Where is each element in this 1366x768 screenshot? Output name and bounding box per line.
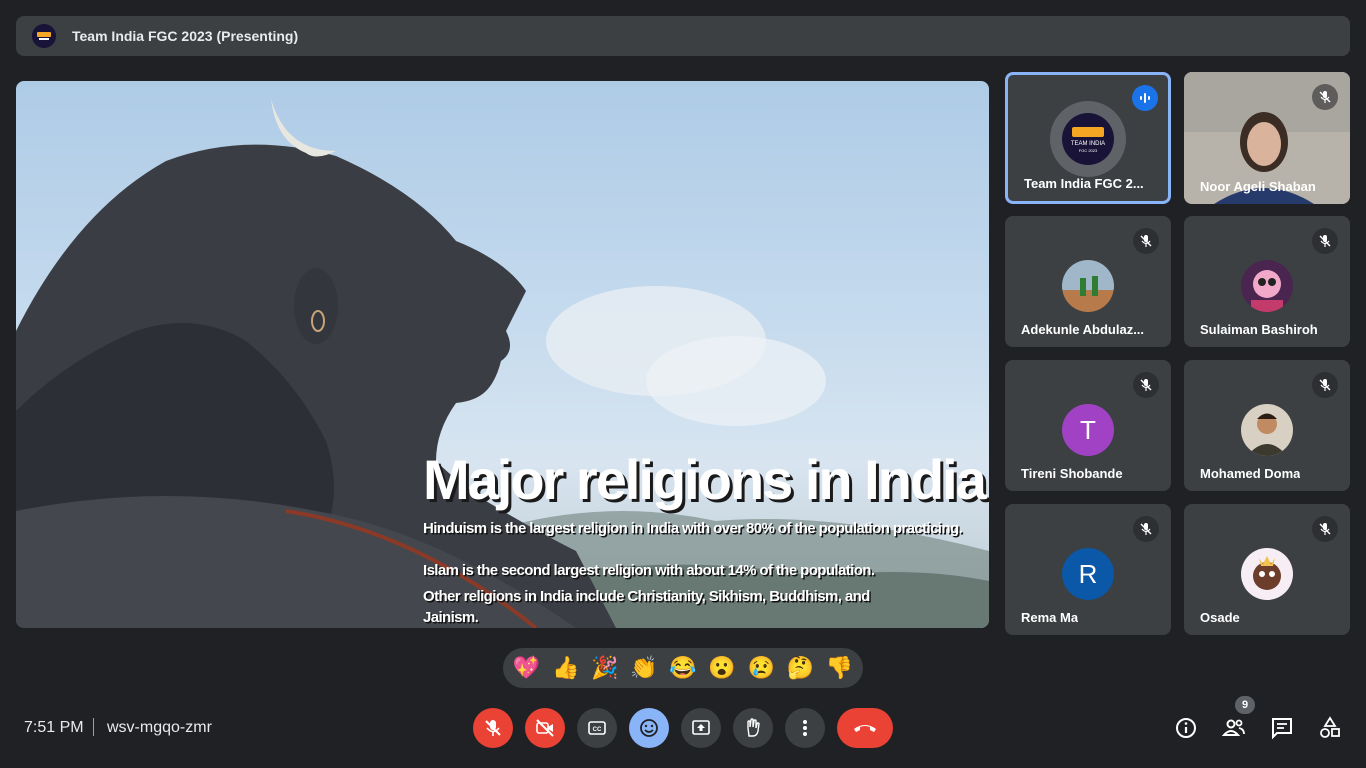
camera-toggle-button[interactable] xyxy=(525,708,565,748)
more-vert-icon xyxy=(803,720,807,736)
activities-button[interactable] xyxy=(1314,712,1346,744)
mic-muted-icon xyxy=(1312,84,1338,110)
participant-name: Osade xyxy=(1200,610,1240,625)
participant-name: Noor Ageli Shaban xyxy=(1200,179,1316,194)
participant-name: Tireni Shobande xyxy=(1021,466,1123,481)
meeting-title: Team India FGC 2023 (Presenting) xyxy=(72,28,299,44)
present-screen-icon xyxy=(692,720,710,735)
microphone-toggle-button[interactable] xyxy=(473,708,513,748)
slide-bullet-3: Other religions in India include Christi… xyxy=(423,588,870,605)
camera-off-icon xyxy=(536,719,554,737)
reaction-thumbs-down[interactable]: 👎 xyxy=(821,656,857,680)
mic-muted-icon xyxy=(1133,372,1159,398)
send-reaction-button[interactable] xyxy=(629,708,669,748)
participant-name: Adekunle Abdulaz... xyxy=(1021,322,1145,337)
participant-avatar-letter: R xyxy=(1062,548,1114,600)
reactions-bar: 💖 👍 🎉 👏 😂 😮 😢 🤔 👎 xyxy=(503,648,863,688)
slide-bullet-2: Islam is the second largest religion wit… xyxy=(423,562,875,579)
participant-tile-adekunle[interactable]: Adekunle Abdulaz... xyxy=(1005,216,1171,347)
reaction-thinking[interactable]: 🤔 xyxy=(782,656,818,680)
participant-avatar xyxy=(1241,548,1293,600)
info-icon xyxy=(1176,718,1196,738)
mic-muted-icon xyxy=(1133,228,1159,254)
meeting-title-bar: Team India FGC 2023 (Presenting) xyxy=(16,16,1350,56)
participant-avatar xyxy=(1062,260,1114,312)
reaction-surprised[interactable]: 😮 xyxy=(704,656,740,680)
reaction-thumbs-up[interactable]: 👍 xyxy=(548,656,584,680)
participant-name: Rema Ma xyxy=(1021,610,1079,625)
raise-hand-button[interactable] xyxy=(733,708,773,748)
speaking-indicator-icon xyxy=(1132,85,1158,111)
divider xyxy=(93,718,94,736)
presentation-screen[interactable]: Major religions in India Hinduism is the… xyxy=(16,81,989,628)
reaction-crying[interactable]: 😢 xyxy=(743,656,779,680)
svg-text:TEAM INDIA: TEAM INDIA xyxy=(1071,141,1105,147)
mic-muted-icon xyxy=(1312,228,1338,254)
participant-tile-tireni[interactable]: T Tireni Shobande xyxy=(1005,360,1171,491)
slide-bullet-1: Hinduism is the largest religion in Indi… xyxy=(423,520,963,537)
hang-up-icon xyxy=(854,725,876,732)
meeting-time: 7:51 PM xyxy=(24,719,84,736)
participant-tile-team-india[interactable]: TEAM INDIA FGC 2023 Team India FGC 2... xyxy=(1005,72,1171,204)
reaction-sparkling-heart[interactable]: 💖 xyxy=(509,656,545,680)
reaction-clapping[interactable]: 👏 xyxy=(626,656,662,680)
mic-muted-icon xyxy=(1133,516,1159,542)
participant-avatar xyxy=(1241,260,1293,312)
activities-icon xyxy=(1320,716,1340,738)
statue-background-image xyxy=(16,99,989,628)
chat-icon xyxy=(1272,718,1292,740)
captions-icon: CC xyxy=(588,721,606,735)
mic-muted-icon xyxy=(1312,372,1338,398)
leave-call-button[interactable] xyxy=(837,708,893,748)
participant-name: Mohamed Doma xyxy=(1200,466,1301,481)
mic-muted-icon xyxy=(1312,516,1338,542)
show-everyone-button[interactable] xyxy=(1218,712,1250,744)
chat-button[interactable] xyxy=(1266,712,1298,744)
svg-text:FGC 2023: FGC 2023 xyxy=(1079,148,1098,153)
more-options-button[interactable] xyxy=(785,708,825,748)
participant-tile-mohamed[interactable]: Mohamed Doma xyxy=(1184,360,1350,491)
reaction-laughing[interactable]: 😂 xyxy=(665,656,701,680)
captions-button[interactable]: CC xyxy=(577,708,617,748)
meeting-code: wsv-mgqo-zmr xyxy=(107,719,212,736)
mic-off-icon xyxy=(485,720,501,736)
emoji-icon xyxy=(640,719,658,737)
participant-name: Team India FGC 2... xyxy=(1024,176,1144,191)
reaction-party-popper[interactable]: 🎉 xyxy=(587,656,623,680)
meeting-details-button[interactable] xyxy=(1170,712,1202,744)
svg-text:CC: CC xyxy=(593,727,602,733)
participant-tile-sulaiman[interactable]: Sulaiman Bashiroh xyxy=(1184,216,1350,347)
present-now-button[interactable] xyxy=(681,708,721,748)
raise-hand-icon xyxy=(747,718,760,737)
participant-avatar-letter: T xyxy=(1062,404,1114,456)
participant-avatar xyxy=(1241,404,1293,456)
slide-bullet-3-cont: Jainism. xyxy=(423,609,479,626)
team-india-logo-icon xyxy=(32,24,56,48)
slide-title: Major religions in India xyxy=(423,448,987,511)
people-icon xyxy=(1222,719,1245,736)
participant-tile-rema[interactable]: R Rema Ma xyxy=(1005,504,1171,635)
participant-tile-noor[interactable]: Noor Ageli Shaban xyxy=(1184,72,1350,204)
participant-tile-osade[interactable]: Osade xyxy=(1184,504,1350,635)
team-india-logo-icon: TEAM INDIA FGC 2023 xyxy=(1050,101,1126,177)
participant-name: Sulaiman Bashiroh xyxy=(1200,322,1318,337)
